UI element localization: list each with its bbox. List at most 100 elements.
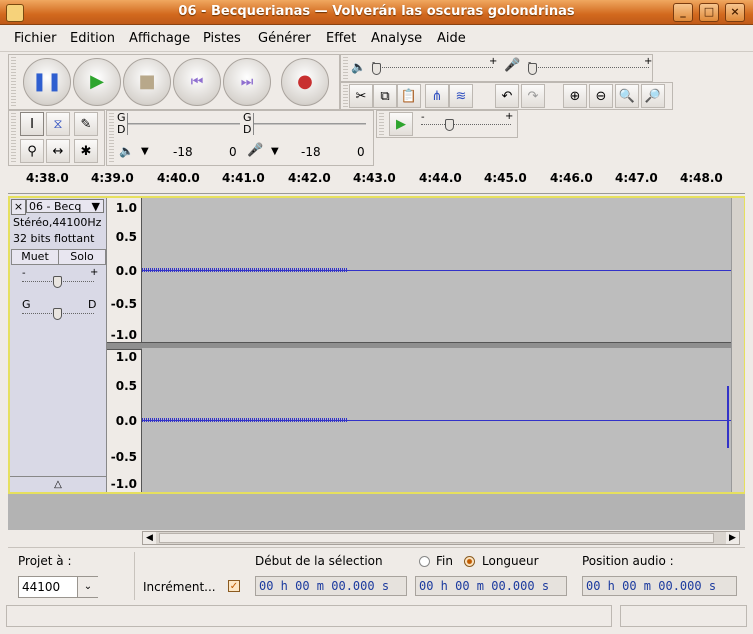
selection-start-label: Début de la sélection — [255, 554, 383, 568]
copy-button[interactable]: ⧉ — [373, 84, 397, 108]
status-bar-secondary — [620, 605, 747, 627]
fit-project-button[interactable]: 🔎 — [641, 84, 665, 108]
playback-speed-thumb[interactable] — [445, 119, 454, 131]
end-radio[interactable] — [419, 556, 430, 567]
record-volume-slider[interactable] — [529, 67, 649, 69]
menu-analyse[interactable]: Analyse — [371, 31, 422, 46]
play-at-speed-button[interactable]: ▶ — [389, 112, 413, 136]
pause-button[interactable]: ❚❚ — [23, 58, 71, 106]
selection-end-field[interactable]: 00 h 00 m 00.000 s — [415, 576, 567, 596]
gain-slider-thumb[interactable] — [53, 276, 62, 288]
horizontal-scrollbar[interactable]: ◀ ▶ — [142, 531, 740, 545]
playback-volume-thumb[interactable] — [372, 63, 381, 75]
maximize-button[interactable]: □ — [699, 3, 719, 22]
play-meter-menu-arrow[interactable]: ▼ — [141, 146, 149, 157]
track-close-button[interactable]: × — [11, 199, 26, 215]
draw-tool-button[interactable]: ✎ — [74, 112, 98, 136]
scroll-left-button[interactable]: ◀ — [143, 532, 156, 544]
rec-level-meter[interactable] — [253, 113, 366, 135]
close-button[interactable]: × — [725, 3, 745, 22]
rec-meter-scale-max: 0 — [357, 145, 365, 159]
triangle-up-icon: △ — [54, 479, 62, 490]
redo-button[interactable]: ↷ — [521, 84, 545, 108]
toolbar-grip[interactable] — [343, 85, 348, 107]
toolbar-grip[interactable] — [109, 113, 114, 163]
rec-meter-menu-arrow[interactable]: ▼ — [271, 146, 279, 157]
gain-minus-label: - — [22, 268, 26, 279]
mixer-toolbar: 🔈 - + 🎤 - + — [340, 54, 653, 82]
selection-start-field[interactable]: 00 h 00 m 00.000 s — [255, 576, 407, 596]
toolbar-grip[interactable] — [343, 57, 348, 79]
rec-meter-right-label: D — [243, 123, 252, 136]
play-level-meter[interactable] — [127, 113, 240, 135]
zoom-in-button[interactable]: ⊕ — [563, 84, 587, 108]
stop-button[interactable]: ■ — [123, 58, 171, 106]
toolbar-grip[interactable] — [11, 113, 16, 163]
length-radio[interactable] — [464, 556, 475, 567]
track-right-edge — [731, 198, 744, 492]
silence-icon: ≋ — [455, 89, 467, 104]
undo-button[interactable]: ↶ — [495, 84, 519, 108]
playback-speed-slider[interactable] — [421, 124, 511, 126]
toolbar-grip[interactable] — [379, 113, 384, 135]
ruler-tick-label: 4:44.0 — [419, 171, 462, 185]
fit-selection-button[interactable]: 🔍 — [615, 84, 639, 108]
vertical-scale-right[interactable]: 1.0 0.5 0.0 -0.5 -1.0 — [107, 348, 142, 492]
timeline-ruler[interactable]: 4:38.0 4:39.0 4:40.0 4:41.0 4:42.0 4:43.… — [8, 167, 745, 194]
menu-affichage[interactable]: Affichage — [129, 31, 190, 46]
rec-meter-scale-min: -18 — [301, 145, 321, 159]
project-rate-combo[interactable]: 44100 ⌄ — [18, 576, 98, 598]
audio-track[interactable]: × 06 - Becq ▼ Stéréo,44100Hz 32 bits flot… — [8, 196, 745, 494]
fit-selection-icon: 🔍 — [618, 89, 636, 104]
record-button[interactable]: ● — [281, 58, 329, 106]
pan-slider-thumb[interactable] — [53, 308, 62, 320]
zoom-out-button[interactable]: ⊖ — [589, 84, 613, 108]
chevron-down-icon[interactable]: ⌄ — [77, 577, 98, 597]
scissors-icon: ✂ — [355, 89, 367, 104]
solo-button[interactable]: Solo — [58, 249, 106, 265]
skip-end-button[interactable]: ⏭ — [223, 58, 271, 106]
silence-button[interactable]: ≋ — [449, 84, 473, 108]
audio-position-value: 00 h 00 m 00.000 s — [586, 579, 717, 593]
playback-volume-slider[interactable] — [373, 67, 493, 69]
record-volume-thumb[interactable] — [528, 63, 537, 75]
menu-aide[interactable]: Aide — [437, 31, 466, 46]
audio-position-field[interactable]: 00 h 00 m 00.000 s — [582, 576, 737, 596]
selection-tool-button[interactable]: I — [20, 112, 44, 136]
waveform-spike — [727, 386, 729, 448]
menu-generer[interactable]: Générer — [258, 31, 311, 46]
speaker-icon: 🔈 — [119, 144, 134, 158]
scale-label: 1.0 — [115, 350, 137, 364]
fit-project-icon: 🔎 — [644, 89, 662, 104]
pencil-icon: ✎ — [80, 117, 92, 132]
selection-end-value: 00 h 00 m 00.000 s — [419, 579, 550, 593]
paste-button[interactable]: 📋 — [397, 84, 421, 108]
menu-pistes[interactable]: Pistes — [203, 31, 241, 46]
asterisk-icon: ✱ — [80, 144, 92, 159]
multi-tool-button[interactable]: ✱ — [74, 139, 98, 163]
envelope-tool-button[interactable]: ⧖ — [46, 112, 70, 136]
vertical-scale-left[interactable]: 1.0 0.5 0.0 -0.5 -1.0 — [107, 198, 142, 342]
minimize-button[interactable]: _ — [673, 3, 693, 22]
menu-edition[interactable]: Edition — [70, 31, 115, 46]
play-button[interactable]: ▶ — [73, 58, 121, 106]
ruler-tick-label: 4:39.0 — [91, 171, 134, 185]
scroll-right-button[interactable]: ▶ — [726, 532, 739, 544]
empty-track-area[interactable] — [8, 494, 745, 530]
cut-button[interactable]: ✂ — [349, 84, 373, 108]
mute-button[interactable]: Muet — [11, 249, 59, 265]
menu-fichier[interactable]: Fichier — [14, 31, 57, 46]
zoom-tool-button[interactable]: ⚲ — [20, 139, 44, 163]
skip-start-button[interactable]: ⏮ — [173, 58, 221, 106]
timeshift-tool-button[interactable]: ↔ — [46, 139, 70, 163]
trim-button[interactable]: ⋔ — [425, 84, 449, 108]
menu-effet[interactable]: Effet — [326, 31, 356, 46]
track-name-menu[interactable]: 06 - Becq ▼ — [26, 199, 104, 213]
waveform-right-channel[interactable] — [142, 348, 731, 492]
scrollbar-thumb[interactable] — [159, 533, 714, 543]
toolbar-grip[interactable] — [11, 57, 16, 107]
snap-checkbox[interactable]: ✓ — [228, 580, 240, 592]
waveform-left-channel[interactable] — [142, 198, 731, 342]
envelope-icon: ⧖ — [53, 117, 63, 132]
collapse-track-button[interactable]: △ — [10, 476, 106, 493]
